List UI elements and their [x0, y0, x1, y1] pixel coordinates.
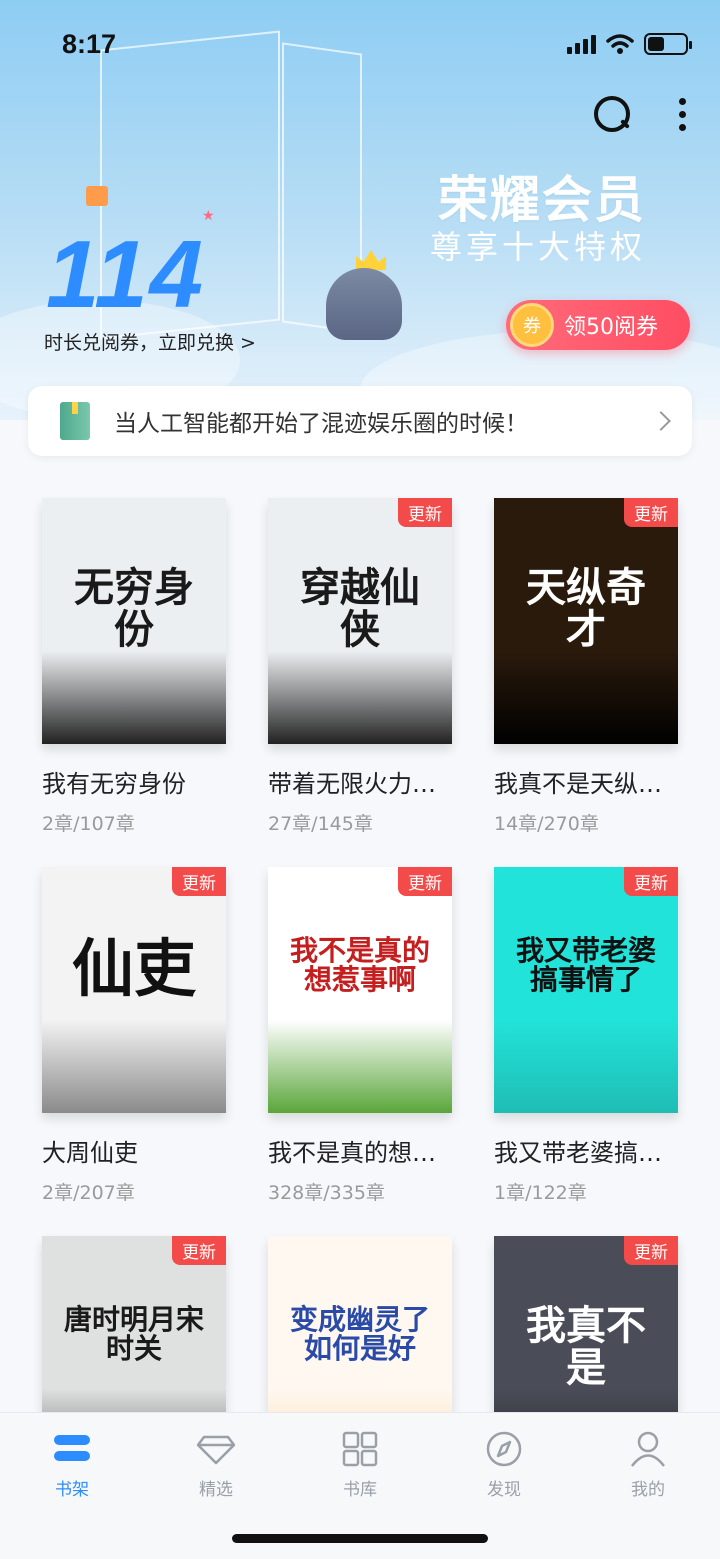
book-card[interactable]: 无穷身份我有无穷身份 2章/107章: [42, 498, 226, 867]
update-badge: 更新: [398, 498, 452, 527]
mascot-illustration: [326, 268, 402, 340]
cover-title-art: 无穷身份: [74, 563, 194, 653]
nav-label: 发现: [487, 1480, 521, 1500]
nav-label: 精选: [199, 1480, 233, 1500]
points-value: 114: [46, 221, 206, 328]
book-progress: 2章/107章: [42, 813, 135, 835]
cover-title-art: 天纵奇才: [526, 563, 646, 653]
book-title: 我有无穷身份: [42, 770, 186, 798]
more-icon[interactable]: [672, 97, 692, 131]
status-bar: 8:17: [0, 0, 720, 88]
top-actions: [592, 94, 692, 134]
bookshelf-icon: [54, 1435, 90, 1461]
update-badge: 更新: [172, 867, 226, 896]
signal-icon: [567, 34, 596, 54]
profile-icon: [631, 1431, 665, 1467]
book-cover[interactable]: 穿越仙侠 更新: [268, 498, 452, 744]
gift-icon: [86, 186, 108, 206]
claim-coupon-button[interactable]: 券 领50阅券: [506, 300, 690, 350]
cover-illustration: [268, 650, 452, 744]
chevron-right-icon: [651, 411, 671, 431]
cover-title-art: 唐时明月宋时关: [63, 1302, 204, 1366]
book-card[interactable]: 我不是真的想惹事啊 更新我不是真的想… 328章/335章: [268, 867, 452, 1236]
claim-coupon-label: 领50阅券: [564, 315, 658, 340]
wifi-icon: [606, 34, 634, 54]
cover-title-art: 穿越仙侠: [300, 563, 420, 653]
book-card[interactable]: 仙吏 更新大周仙吏 2章/207章: [42, 867, 226, 1236]
book-cover[interactable]: 我不是真的想惹事啊 更新: [268, 867, 452, 1113]
nav-profile[interactable]: 我的: [576, 1413, 720, 1559]
book-progress: 1章/122章: [494, 1182, 587, 1204]
update-badge: 更新: [624, 498, 678, 527]
book-progress: 328章/335章: [268, 1182, 385, 1204]
book-progress: 14章/270章: [494, 813, 599, 835]
book-card[interactable]: 我又带老婆搞事情了 更新我又带老婆搞… 1章/122章: [494, 867, 678, 1236]
cover-title-art: 我又带老婆搞事情了: [515, 933, 656, 997]
book-progress: 27章/145章: [268, 813, 373, 835]
recommendation-notice[interactable]: 当人工智能都开始了混迹娱乐圈的时候！: [28, 386, 692, 456]
diamond-icon: [196, 1435, 236, 1465]
cover-title-art: 变成幽灵了如何是好: [289, 1302, 430, 1366]
vip-subtitle: 尊享十大特权: [429, 228, 646, 266]
update-badge: 更新: [624, 1236, 678, 1265]
cover-illustration: [494, 650, 678, 744]
cover-title-art: 仙吏: [71, 931, 196, 1005]
cover-illustration: [42, 1019, 226, 1113]
status-time: 8:17: [62, 28, 117, 59]
points-redeem-link[interactable]: 时长兑阅券，立即兑换 >: [44, 328, 256, 355]
book-card[interactable]: 天纵奇才 更新我真不是天纵… 14章/270章: [494, 498, 678, 867]
book-progress: 2章/207章: [42, 1182, 135, 1204]
notice-text: 当人工智能都开始了混迹娱乐圈的时候！: [114, 411, 528, 437]
compass-icon: [486, 1431, 522, 1467]
home-indicator: [232, 1534, 488, 1543]
book-title: 我又带老婆搞…: [494, 1139, 662, 1167]
book-cover[interactable]: 天纵奇才 更新: [494, 498, 678, 744]
search-icon[interactable]: [592, 94, 632, 134]
cover-illustration: [494, 1019, 678, 1113]
nav-label: 我的: [631, 1480, 665, 1500]
bookshelf-grid: 无穷身份 我有无穷身份 2章/107章 穿越仙侠 更新 带着无限火力… 27章/145章 天纵…: [42, 498, 682, 1559]
nav-bookshelf[interactable]: 书架: [0, 1413, 144, 1559]
battery-icon: [644, 33, 692, 55]
book-card[interactable]: 穿越仙侠 更新带着无限火力… 27章/145章: [268, 498, 452, 867]
update-badge: 更新: [398, 867, 452, 896]
update-badge: 更新: [172, 1236, 226, 1265]
update-badge: 更新: [624, 867, 678, 896]
nav-label: 书架: [55, 1480, 89, 1500]
book-title: 我不是真的想…: [268, 1139, 436, 1167]
cover-title-art: 我不是真的想惹事啊: [289, 933, 430, 997]
book-cover[interactable]: 仙吏 更新: [42, 867, 226, 1113]
book-title: 我真不是天纵…: [494, 770, 662, 798]
cover-illustration: [268, 1019, 452, 1113]
book-title: 带着无限火力…: [268, 770, 436, 798]
book-cover[interactable]: 无穷身份: [42, 498, 226, 744]
coupon-coin-icon: 券: [510, 303, 554, 347]
book-icon: [60, 402, 90, 440]
cover-title-art: 我真不是: [526, 1301, 646, 1391]
cover-illustration: [42, 650, 226, 744]
book-cover[interactable]: 我又带老婆搞事情了 更新: [494, 867, 678, 1113]
book-title: 大周仙吏: [42, 1139, 138, 1167]
grid-icon: [342, 1431, 378, 1467]
nav-label: 书库: [343, 1480, 377, 1500]
status-icons: [567, 33, 692, 55]
